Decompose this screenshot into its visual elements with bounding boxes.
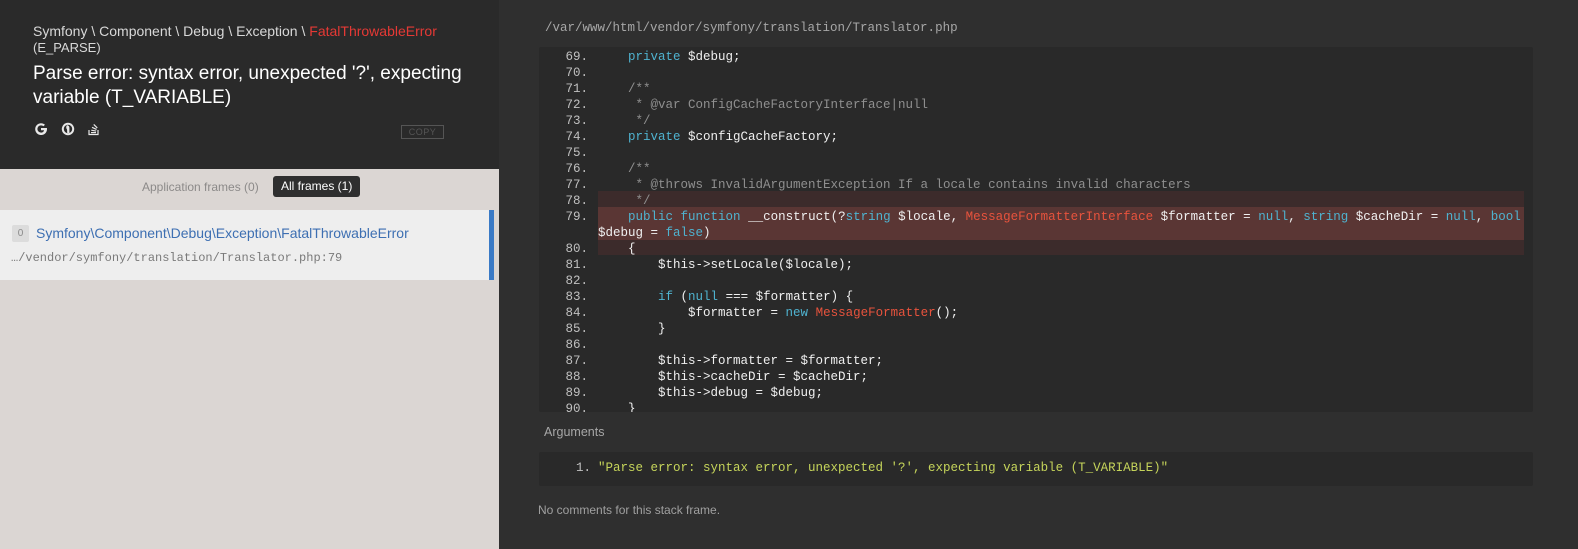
google-icon[interactable] bbox=[33, 121, 49, 137]
code-line: 70. bbox=[539, 65, 1533, 81]
line-source-continuation: $debug = false) bbox=[598, 226, 711, 240]
code-line: 77. * @throws InvalidArgumentException I… bbox=[539, 177, 1533, 193]
line-number: 78. bbox=[565, 194, 588, 208]
line-number: 77. bbox=[565, 178, 588, 192]
line-source: private $configCacheFactory; bbox=[628, 130, 839, 144]
copy-button[interactable]: COPY bbox=[401, 125, 444, 139]
line-source: public function __construct(?string $loc… bbox=[628, 210, 1521, 224]
code-line: 81. $this->setLocale($locale); bbox=[539, 257, 1533, 273]
duckduckgo-icon[interactable] bbox=[60, 121, 76, 137]
exception-message: Parse error: syntax error, unexpected '?… bbox=[33, 63, 462, 108]
code-line: 76. /** bbox=[539, 161, 1533, 177]
file-path: /var/www/html/vendor/symfony/translation… bbox=[545, 21, 958, 35]
line-number: 87. bbox=[565, 354, 588, 368]
code-line: 71. /** bbox=[539, 81, 1533, 97]
code-line: 72. * @var ConfigCacheFactoryInterface|n… bbox=[539, 97, 1533, 113]
code-line: 84. $formatter = new MessageFormatter(); bbox=[539, 305, 1533, 321]
line-source: $this->formatter = $formatter; bbox=[598, 354, 884, 368]
exception-namespace: Symfony \ Component \ Debug \ Exception … bbox=[33, 23, 310, 39]
frame-index: 0 bbox=[12, 225, 29, 242]
line-source: * @var ConfigCacheFactoryInterface|null bbox=[598, 98, 929, 112]
argument-value: "Parse error: syntax error, unexpected '… bbox=[598, 461, 1169, 475]
line-number: 89. bbox=[565, 386, 588, 400]
code-line: 80. { bbox=[539, 241, 1533, 257]
line-number: 74. bbox=[565, 130, 588, 144]
frame-filter: Application frames (0) All frames (1) bbox=[0, 175, 499, 199]
no-comments-text: No comments for this stack frame. bbox=[538, 503, 721, 517]
stack-frame-item[interactable] bbox=[0, 210, 494, 280]
line-number: 75. bbox=[565, 146, 588, 160]
all-frames-button[interactable]: All frames (1) bbox=[273, 176, 361, 197]
line-number: 83. bbox=[565, 290, 588, 304]
line-source: $formatter = new MessageFormatter(); bbox=[598, 306, 959, 320]
exception-subtype: (E_PARSE) bbox=[33, 40, 101, 55]
line-number: 84. bbox=[565, 306, 588, 320]
line-number: 71. bbox=[565, 82, 588, 96]
frame-file: …/vendor/symfony/translation/Translator.… bbox=[11, 251, 343, 265]
code-line: 82. bbox=[539, 273, 1533, 289]
code-line: 83. if (null === $formatter) { bbox=[539, 289, 1533, 305]
line-number: 79. bbox=[565, 210, 588, 224]
line-number: 88. bbox=[565, 370, 588, 384]
code-line: 90. } bbox=[539, 401, 1533, 412]
line-source: */ bbox=[598, 194, 651, 208]
line-number: 81. bbox=[565, 258, 588, 272]
line-source: $this->debug = $debug; bbox=[598, 386, 824, 400]
selected-frame-marker bbox=[489, 210, 494, 280]
line-source: $this->cacheDir = $cacheDir; bbox=[598, 370, 869, 384]
code-line: 79. public function __construct(?string … bbox=[539, 209, 1533, 241]
line-source: */ bbox=[598, 114, 651, 128]
code-line: 86. bbox=[539, 337, 1533, 353]
code-viewer[interactable]: 69. private $debug; 70. 71. /** 72. * @var … bbox=[539, 47, 1533, 412]
frame-class: Symfony\Component\Debug\Exception\FatalT… bbox=[36, 225, 409, 241]
line-number: 85. bbox=[565, 322, 588, 336]
line-source: } bbox=[598, 402, 636, 412]
stackoverflow-icon[interactable] bbox=[86, 121, 102, 137]
application-frames-button[interactable]: Application frames (0) bbox=[134, 177, 267, 197]
line-number: 70. bbox=[565, 66, 588, 80]
arguments-title: Arguments bbox=[544, 425, 605, 439]
line-number: 76. bbox=[565, 162, 588, 176]
line-number: 69. bbox=[565, 50, 588, 64]
code-line: 73. */ bbox=[539, 113, 1533, 129]
line-source: /** bbox=[598, 82, 651, 96]
line-number: 73. bbox=[565, 114, 588, 128]
code-line: 78. */ bbox=[539, 193, 1533, 209]
line-number: 82. bbox=[565, 274, 588, 288]
line-source: private $debug; bbox=[628, 50, 741, 64]
argument-number: 1. bbox=[576, 461, 592, 475]
code-line: 85. } bbox=[539, 321, 1533, 337]
line-number: 86. bbox=[565, 338, 588, 352]
code-line: 75. bbox=[539, 145, 1533, 161]
line-source: $this->setLocale($locale); bbox=[598, 258, 854, 272]
line-number: 72. bbox=[565, 98, 588, 112]
code-line: 89. $this->debug = $debug; bbox=[539, 385, 1533, 401]
code-line: 87. $this->formatter = $formatter; bbox=[539, 353, 1533, 369]
line-source: } bbox=[598, 322, 666, 336]
exception-header: Symfony \ Component \ Debug \ Exception … bbox=[0, 0, 499, 169]
line-source: /** bbox=[598, 162, 651, 176]
code-line: 74. private $configCacheFactory; bbox=[539, 129, 1533, 145]
line-source: * @throws InvalidArgumentException If a … bbox=[598, 178, 1191, 192]
exception-class: FatalThrowableError bbox=[309, 23, 437, 39]
line-source: { bbox=[598, 242, 636, 256]
code-line: 69. private $debug; bbox=[539, 49, 1533, 65]
line-number: 90. bbox=[565, 402, 588, 412]
code-line: 88. $this->cacheDir = $cacheDir; bbox=[539, 369, 1533, 385]
code-lines: 69. private $debug; 70. 71. /** 72. * @var … bbox=[539, 49, 1533, 412]
line-number: 80. bbox=[565, 242, 588, 256]
exception-breadcrumb: Symfony \ Component \ Debug \ Exception … bbox=[33, 23, 437, 40]
line-source: if (null === $formatter) { bbox=[658, 290, 854, 304]
